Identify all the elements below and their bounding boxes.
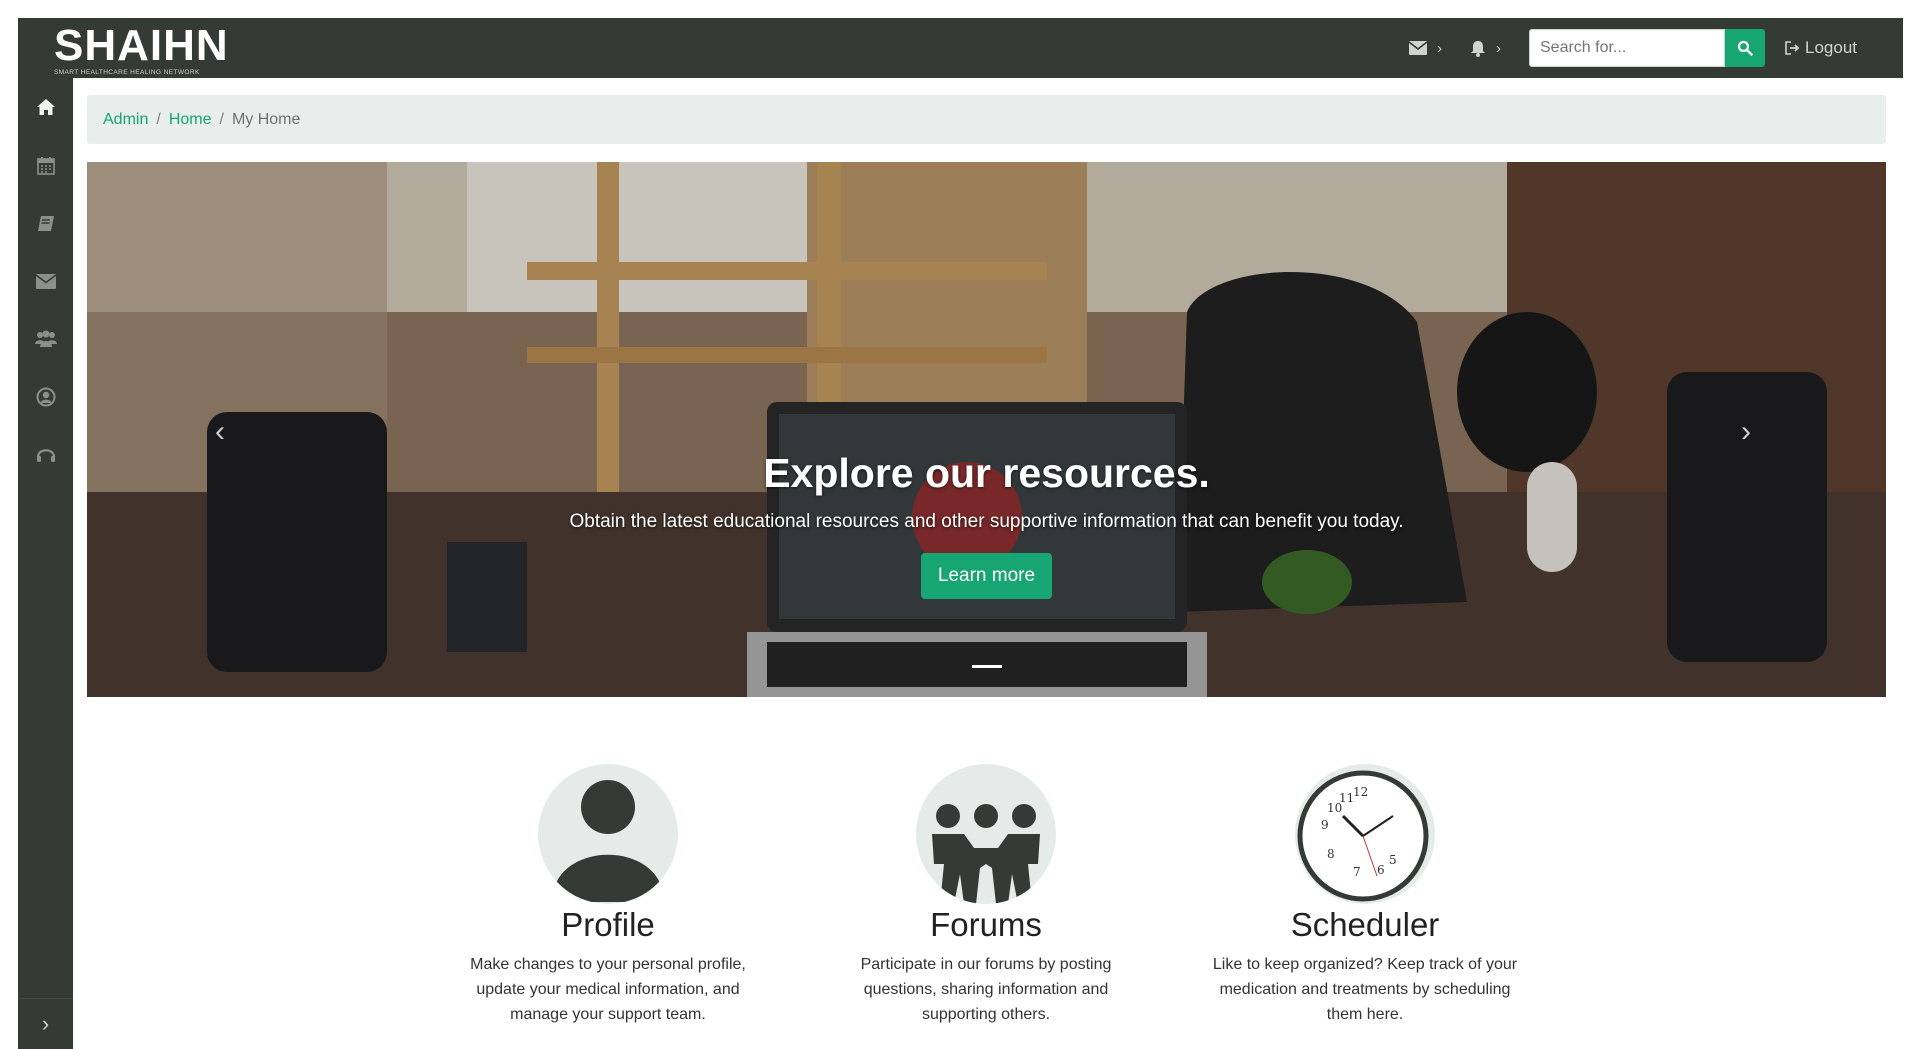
sign-out-icon bbox=[1785, 41, 1800, 55]
brand-tagline: SMART HEALTHCARE HEALING NETWORK bbox=[54, 69, 200, 76]
carousel-title: Explore our resources. bbox=[763, 450, 1210, 496]
svg-text:6: 6 bbox=[1377, 863, 1385, 877]
breadcrumb-home[interactable]: Home bbox=[169, 111, 212, 129]
svg-text:10: 10 bbox=[1327, 801, 1342, 815]
breadcrumb-current: My Home bbox=[231, 110, 301, 128]
feature-title: Scheduler bbox=[1290, 906, 1440, 943]
envelope-icon bbox=[35, 273, 56, 289]
chevron-right-icon: › bbox=[1437, 39, 1442, 57]
people-group-icon[interactable] bbox=[916, 764, 1056, 904]
svg-text:8: 8 bbox=[1327, 847, 1335, 861]
sidebar: › bbox=[18, 78, 73, 1049]
feature-title: Profile bbox=[561, 906, 655, 943]
hero-carousel: ‹ › Explore our resources. Obtain the la… bbox=[87, 162, 1886, 697]
feature-forums: Forums Participate in our forums by post… bbox=[826, 764, 1146, 1027]
headset-icon bbox=[36, 449, 55, 462]
carousel-text: Obtain the latest educational resources … bbox=[569, 511, 1404, 532]
home-icon bbox=[36, 99, 55, 115]
search-input[interactable] bbox=[1529, 29, 1725, 67]
svg-text:7: 7 bbox=[1353, 865, 1361, 879]
brand-logo[interactable]: SHAIHN SMART HEALTHCARE HEALING NETWORK bbox=[54, 21, 229, 77]
chevron-right-icon: › bbox=[41, 1011, 50, 1036]
alerts-dropdown[interactable]: › bbox=[1470, 40, 1501, 57]
sidebar-item-forums[interactable] bbox=[18, 317, 73, 361]
messages-dropdown[interactable]: › bbox=[1409, 40, 1442, 57]
feature-description: Like to keep organized? Keep track of yo… bbox=[1212, 956, 1518, 1023]
svg-text:12: 12 bbox=[1353, 785, 1368, 799]
envelope-icon bbox=[1409, 41, 1427, 55]
carousel-caption: Explore our resources. Obtain the latest… bbox=[87, 450, 1886, 599]
logout-link[interactable]: Logout bbox=[1785, 38, 1857, 58]
feature-profile: Profile Make changes to your personal pr… bbox=[448, 764, 768, 1027]
chevron-left-icon: ‹ bbox=[215, 415, 225, 448]
sidebar-item-profile[interactable] bbox=[18, 375, 73, 419]
breadcrumb-separator: / bbox=[219, 110, 224, 128]
calendar-icon bbox=[36, 156, 55, 175]
clock-icon[interactable]: 12 11 10 987 65 bbox=[1295, 764, 1435, 904]
search-form bbox=[1529, 29, 1765, 67]
logout-label: Logout bbox=[1805, 38, 1857, 57]
top-navbar: SHAIHN SMART HEALTHCARE HEALING NETWORK … bbox=[18, 18, 1903, 78]
sidebar-item-calendar[interactable] bbox=[18, 143, 73, 187]
feature-title: Forums bbox=[930, 906, 1042, 943]
learn-more-button[interactable]: Learn more bbox=[920, 553, 1053, 599]
breadcrumb-admin[interactable]: Admin bbox=[103, 111, 148, 129]
svg-text:5: 5 bbox=[1389, 853, 1397, 867]
hero-background-image bbox=[87, 162, 1886, 697]
feature-description: Participate in our forums by posting que… bbox=[860, 956, 1112, 1023]
carousel-indicator-active[interactable] bbox=[971, 665, 1002, 668]
sidebar-item-home[interactable] bbox=[18, 85, 73, 129]
sidebar-item-support[interactable] bbox=[18, 433, 73, 477]
sidebar-item-resources[interactable] bbox=[18, 201, 73, 245]
user-circle-icon bbox=[36, 387, 55, 407]
svg-text:9: 9 bbox=[1321, 818, 1329, 832]
search-button[interactable] bbox=[1725, 29, 1765, 67]
chevron-right-icon: › bbox=[1496, 39, 1501, 57]
top-nav-actions: › › Logout bbox=[1409, 28, 1857, 68]
carousel-indicators bbox=[87, 665, 1886, 668]
brand-name: SHAIHN bbox=[54, 21, 229, 70]
breadcrumb-separator: / bbox=[156, 110, 161, 128]
person-icon[interactable] bbox=[538, 764, 678, 904]
feature-scheduler: 12 11 10 987 65 Scheduler Like to keep org… bbox=[1205, 764, 1525, 1027]
bell-icon bbox=[1471, 40, 1485, 57]
breadcrumb: Admin / Home / My Home bbox=[87, 95, 1886, 144]
sidebar-toggle-button[interactable]: › bbox=[18, 998, 73, 1049]
feature-description: Make changes to your personal profile, u… bbox=[470, 956, 746, 1023]
users-icon bbox=[34, 330, 57, 347]
chevron-right-icon: › bbox=[1741, 415, 1751, 448]
sidebar-item-messages[interactable] bbox=[18, 259, 73, 303]
search-icon bbox=[1737, 40, 1753, 56]
book-icon bbox=[37, 215, 54, 231]
